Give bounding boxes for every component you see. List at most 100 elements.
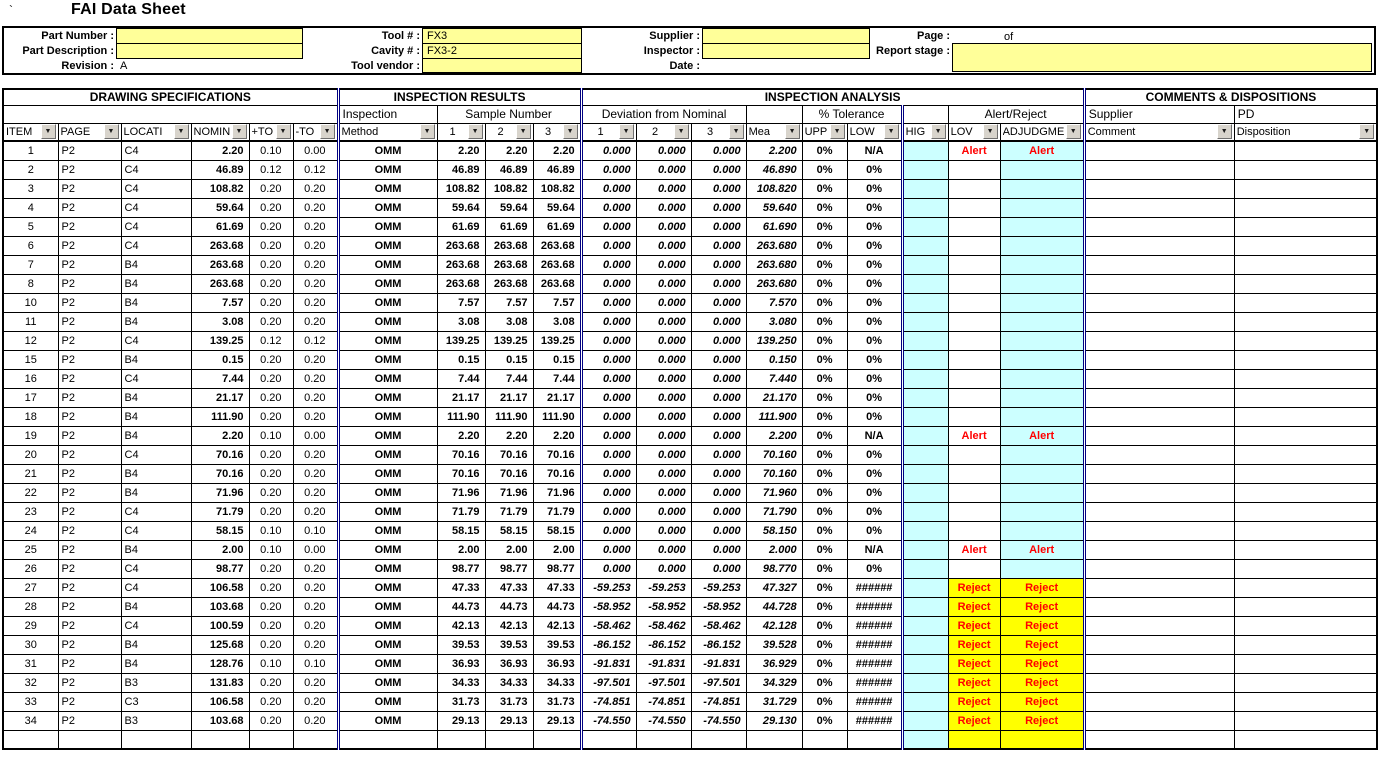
cell-adj[interactable]: Reject [1000, 635, 1084, 654]
cell-d3[interactable]: 0.000 [691, 331, 746, 350]
cell-d1[interactable]: 0.000 [581, 521, 636, 540]
cell-d3[interactable]: -86.152 [691, 635, 746, 654]
cell-d1[interactable]: -74.851 [581, 692, 636, 711]
cell-mean[interactable]: 47.327 [746, 578, 802, 597]
cell-alow[interactable] [948, 502, 1000, 521]
filter-dropdown-button[interactable]: ▼ [674, 124, 689, 139]
cell-nt[interactable]: 0.20 [293, 711, 338, 730]
cell-lowpct[interactable]: N/A [847, 426, 902, 445]
cell-comment[interactable] [1084, 578, 1234, 597]
cell-s3[interactable]: 44.73 [533, 597, 581, 616]
cell-nom[interactable]: 46.89 [191, 160, 249, 179]
cell-page[interactable]: P2 [58, 141, 121, 160]
cell-m[interactable]: OMM [338, 502, 437, 521]
cell-page[interactable]: P2 [58, 160, 121, 179]
cell-d1[interactable]: 0.000 [581, 274, 636, 293]
cell-adj[interactable] [1000, 502, 1084, 521]
cell-m[interactable]: OMM [338, 217, 437, 236]
cell-nt[interactable]: 0.00 [293, 426, 338, 445]
cell-item[interactable]: 23 [3, 502, 58, 521]
cell-nt[interactable]: 0.12 [293, 160, 338, 179]
cell-lowpct[interactable]: N/A [847, 540, 902, 559]
cell-m[interactable]: OMM [338, 141, 437, 160]
cell-adj[interactable]: Reject [1000, 711, 1084, 730]
cell-nt[interactable]: 0.10 [293, 521, 338, 540]
cell-pt[interactable]: 0.20 [249, 369, 293, 388]
cell-comment[interactable] [1084, 407, 1234, 426]
cell-page[interactable]: P2 [58, 483, 121, 502]
cell-s2[interactable]: 36.93 [485, 654, 533, 673]
cell-item[interactable]: 12 [3, 331, 58, 350]
cell-nom[interactable]: 103.68 [191, 597, 249, 616]
cell-nom[interactable]: 103.68 [191, 711, 249, 730]
cell-item[interactable]: 33 [3, 692, 58, 711]
cell-nt[interactable]: 0.20 [293, 616, 338, 635]
cell-d1[interactable]: 0.000 [581, 464, 636, 483]
cell-s1[interactable]: 71.96 [437, 483, 485, 502]
cell-d3[interactable]: 0.000 [691, 426, 746, 445]
cell-d2[interactable]: 0.000 [636, 426, 691, 445]
cell-mean[interactable]: 46.890 [746, 160, 802, 179]
cell-d2[interactable]: 0.000 [636, 369, 691, 388]
cell-s3[interactable]: 71.96 [533, 483, 581, 502]
cell-s1[interactable]: 263.68 [437, 274, 485, 293]
cell-s3[interactable]: 39.53 [533, 635, 581, 654]
cell-d3[interactable]: 0.000 [691, 559, 746, 578]
cell-high[interactable] [902, 236, 948, 255]
cell-page[interactable]: P2 [58, 540, 121, 559]
cell-loc[interactable]: B3 [121, 673, 191, 692]
cell-alow[interactable] [948, 160, 1000, 179]
report-stage-input[interactable] [952, 43, 1372, 72]
cell-s3[interactable]: 31.73 [533, 692, 581, 711]
cell-disposition[interactable] [1234, 559, 1377, 578]
cell-pt[interactable]: 0.20 [249, 635, 293, 654]
cell-mean[interactable]: 29.130 [746, 711, 802, 730]
cell-d2[interactable]: 0.000 [636, 407, 691, 426]
cell-alow[interactable] [948, 407, 1000, 426]
cell-m[interactable]: OMM [338, 711, 437, 730]
cell-pt[interactable]: 0.20 [249, 312, 293, 331]
cell-comment[interactable] [1084, 198, 1234, 217]
cell-disposition[interactable] [1234, 274, 1377, 293]
cell-s1[interactable]: 42.13 [437, 616, 485, 635]
cell-comment[interactable] [1084, 635, 1234, 654]
cell-s3[interactable]: 0.15 [533, 350, 581, 369]
cell-pt[interactable]: 0.20 [249, 236, 293, 255]
cell-high[interactable] [902, 445, 948, 464]
cell-disposition[interactable] [1234, 426, 1377, 445]
cell-adj[interactable] [1000, 388, 1084, 407]
cell-alow[interactable] [948, 198, 1000, 217]
cell-s1[interactable]: 0.15 [437, 350, 485, 369]
cell-page[interactable]: P2 [58, 426, 121, 445]
cell-d1[interactable]: 0.000 [581, 141, 636, 160]
cell-d3[interactable]: -97.501 [691, 673, 746, 692]
cell-d1[interactable]: 0.000 [581, 426, 636, 445]
cell-d3[interactable]: 0.000 [691, 274, 746, 293]
cell-nom[interactable]: 106.58 [191, 578, 249, 597]
cell-loc[interactable]: C4 [121, 331, 191, 350]
cell-d2[interactable]: -86.152 [636, 635, 691, 654]
cell-adj[interactable] [1000, 312, 1084, 331]
cell-pt[interactable]: 0.10 [249, 426, 293, 445]
cell-item[interactable]: 24 [3, 521, 58, 540]
cell-d1[interactable]: 0.000 [581, 236, 636, 255]
cell-loc[interactable]: C4 [121, 502, 191, 521]
cell-nt[interactable]: 0.20 [293, 274, 338, 293]
cell-nt[interactable]: 0.20 [293, 350, 338, 369]
cell-alow[interactable] [948, 179, 1000, 198]
cell-pt[interactable]: 0.20 [249, 274, 293, 293]
cell-nom[interactable]: 111.90 [191, 407, 249, 426]
cell-nom[interactable]: 100.59 [191, 616, 249, 635]
cell-comment[interactable] [1084, 673, 1234, 692]
cell-adj[interactable]: Alert [1000, 426, 1084, 445]
cell-nt[interactable]: 0.20 [293, 217, 338, 236]
cell-s1[interactable]: 31.73 [437, 692, 485, 711]
cell-s2[interactable]: 58.15 [485, 521, 533, 540]
cell-lowpct[interactable]: 0% [847, 407, 902, 426]
cell-s3[interactable]: 2.20 [533, 141, 581, 160]
cell-mean[interactable] [746, 730, 802, 749]
cell-s2[interactable]: 46.89 [485, 160, 533, 179]
cell-up[interactable]: 0% [802, 217, 847, 236]
cell-lowpct[interactable]: 0% [847, 464, 902, 483]
cell-d3[interactable] [691, 730, 746, 749]
